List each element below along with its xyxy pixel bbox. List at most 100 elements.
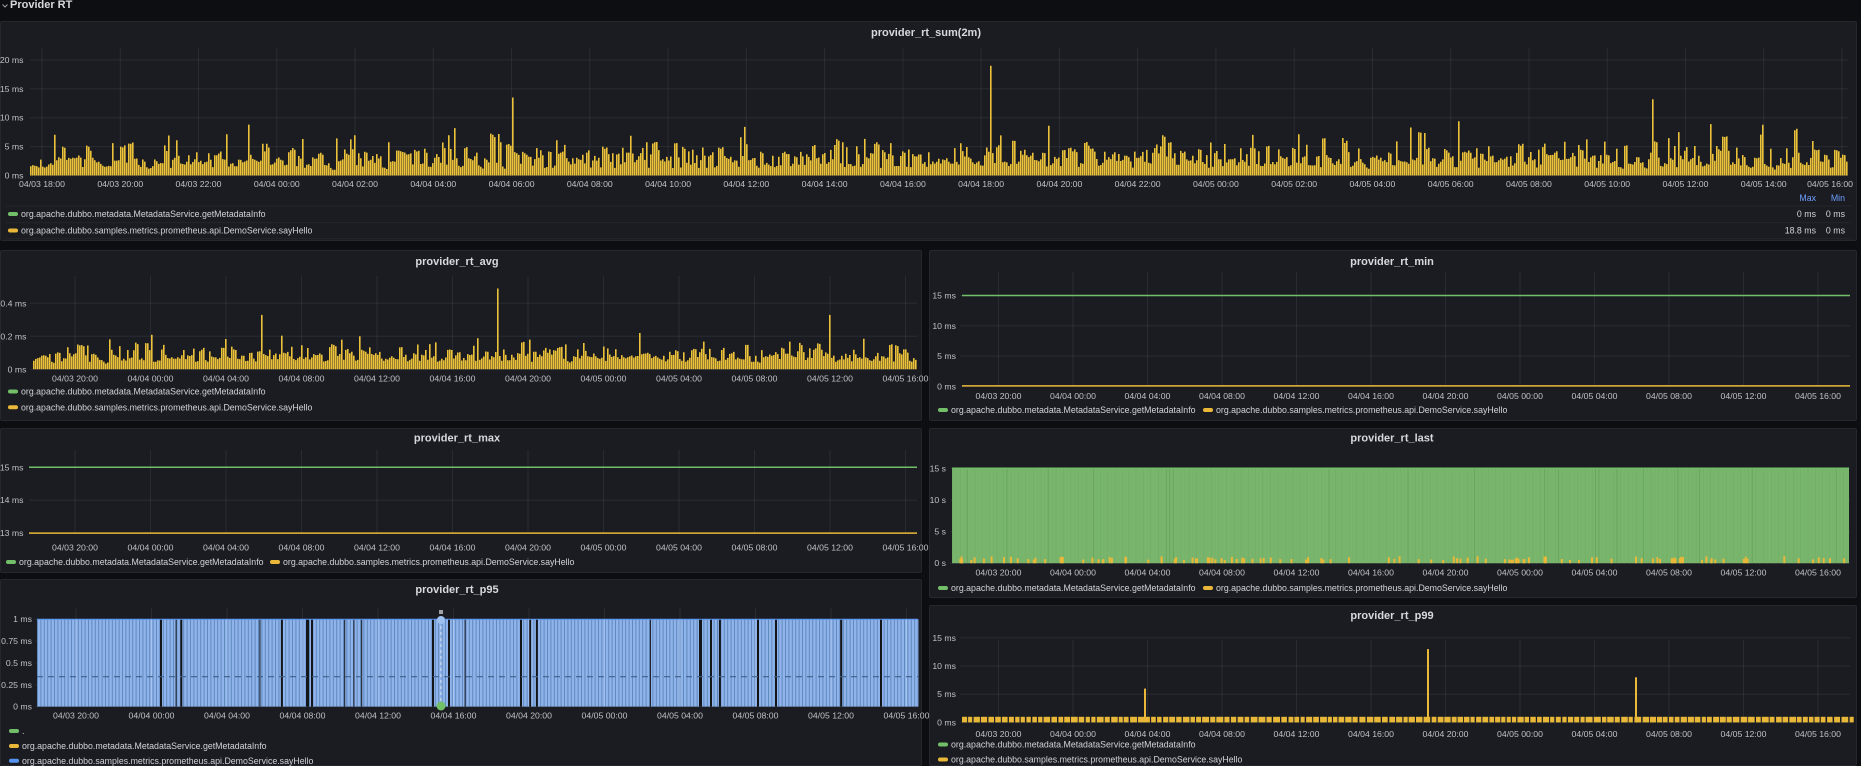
svg-text:04/04 12:00: 04/04 12:00: [1274, 391, 1320, 401]
svg-text:0 ms: 0 ms: [1797, 209, 1817, 219]
svg-text:04/05 08:00: 04/05 08:00: [733, 711, 779, 721]
svg-text:15 s: 15 s: [930, 463, 947, 473]
svg-text:04/05 12:00: 04/05 12:00: [1663, 179, 1709, 189]
svg-text:04/04 12:00: 04/04 12:00: [354, 543, 400, 553]
svg-text:provider_rt_avg: provider_rt_avg: [415, 256, 498, 268]
svg-text:04/03 20:00: 04/03 20:00: [976, 568, 1022, 578]
svg-text:04/03 18:00: 04/03 18:00: [19, 179, 65, 189]
svg-text:04/04 16:00: 04/04 16:00: [430, 374, 476, 384]
svg-text:04/05 04:00: 04/05 04:00: [1572, 729, 1618, 739]
svg-text:04/04 08:00: 04/04 08:00: [279, 543, 325, 553]
svg-text:org.apache.dubbo.samples.metri: org.apache.dubbo.samples.metrics.prometh…: [951, 755, 1243, 765]
svg-text:04/03 20:00: 04/03 20:00: [53, 711, 99, 721]
svg-text:provider_rt_p99: provider_rt_p99: [1350, 610, 1433, 622]
svg-text:04/03 22:00: 04/03 22:00: [176, 179, 222, 189]
svg-text:04/04 00:00: 04/04 00:00: [1050, 391, 1096, 401]
svg-text:15 ms: 15 ms: [0, 84, 24, 94]
svg-text:04/04 00:00: 04/04 00:00: [1050, 729, 1096, 739]
svg-text:org.apache.dubbo.metadata.Meta: org.apache.dubbo.metadata.MetadataServic…: [21, 387, 266, 397]
svg-text:0 ms: 0 ms: [13, 702, 32, 712]
svg-text:04/05 16:00: 04/05 16:00: [1795, 729, 1841, 739]
svg-text:04/05 00:00: 04/05 00:00: [582, 711, 628, 721]
svg-text:0 ms: 0 ms: [8, 364, 27, 374]
svg-text:04/04 20:00: 04/04 20:00: [1423, 391, 1469, 401]
svg-text:04/04 18:00: 04/04 18:00: [958, 179, 1004, 189]
svg-text:04/04 04:00: 04/04 04:00: [1125, 568, 1171, 578]
svg-text:org.apache.dubbo.samples.metri: org.apache.dubbo.samples.metrics.prometh…: [22, 756, 314, 766]
svg-text:18.8 ms: 18.8 ms: [1785, 226, 1817, 236]
svg-text:04/04 20:00: 04/04 20:00: [505, 543, 551, 553]
svg-text:04/04 08:00: 04/04 08:00: [280, 711, 326, 721]
svg-text:org.apache.dubbo.metadata.Meta: org.apache.dubbo.metadata.MetadataServic…: [21, 209, 266, 219]
svg-text:04/05 12:00: 04/05 12:00: [1721, 568, 1767, 578]
svg-text:04/04 20:00: 04/04 20:00: [1423, 568, 1469, 578]
svg-text:04/05 08:00: 04/05 08:00: [1646, 568, 1692, 578]
svg-text:04/05 12:00: 04/05 12:00: [807, 543, 853, 553]
svg-text:10 ms: 10 ms: [932, 661, 956, 671]
svg-text:04/04 20:00: 04/04 20:00: [1423, 729, 1469, 739]
svg-text:04/04 04:00: 04/04 04:00: [1125, 391, 1171, 401]
svg-text:04/04 04:00: 04/04 04:00: [410, 179, 456, 189]
svg-text:04/05 16:00: 04/05 16:00: [883, 374, 929, 384]
svg-text:.: .: [22, 726, 24, 736]
svg-text:provider_rt_p95: provider_rt_p95: [415, 584, 498, 596]
svg-text:0.5 ms: 0.5 ms: [6, 658, 33, 668]
svg-text:04/05 04:00: 04/05 04:00: [1572, 391, 1618, 401]
svg-text:04/05 00:00: 04/05 00:00: [581, 374, 627, 384]
svg-text:04/05 10:00: 04/05 10:00: [1584, 179, 1630, 189]
svg-text:04/03 20:00: 04/03 20:00: [976, 391, 1022, 401]
svg-text:Max: Max: [1799, 193, 1816, 203]
svg-text:org.apache.dubbo.samples.metri: org.apache.dubbo.samples.metrics.prometh…: [1216, 583, 1508, 593]
svg-text:04/04 08:00: 04/04 08:00: [1199, 391, 1245, 401]
svg-text:04/05 16:00: 04/05 16:00: [1795, 391, 1841, 401]
svg-text:org.apache.dubbo.metadata.Meta: org.apache.dubbo.metadata.MetadataServic…: [951, 583, 1196, 593]
svg-text:04/05 16:00: 04/05 16:00: [1795, 568, 1841, 578]
svg-text:04/04 00:00: 04/04 00:00: [128, 543, 174, 553]
svg-text:04/04 08:00: 04/04 08:00: [1199, 568, 1245, 578]
svg-text:04/05 00:00: 04/05 00:00: [1497, 391, 1543, 401]
svg-text:10 ms: 10 ms: [0, 113, 24, 123]
svg-text:04/05 14:00: 04/05 14:00: [1741, 179, 1787, 189]
svg-text:04/05 04:00: 04/05 04:00: [656, 374, 702, 384]
svg-text:04/04 04:00: 04/04 04:00: [203, 543, 249, 553]
svg-text:provider_rt_min: provider_rt_min: [1350, 256, 1434, 268]
svg-text:org.apache.dubbo.samples.metri: org.apache.dubbo.samples.metrics.prometh…: [1216, 405, 1508, 415]
svg-text:04/04 22:00: 04/04 22:00: [1115, 179, 1161, 189]
svg-text:04/05 08:00: 04/05 08:00: [1646, 729, 1692, 739]
svg-text:org.apache.dubbo.samples.metri: org.apache.dubbo.samples.metrics.prometh…: [21, 226, 313, 236]
svg-text:10 ms: 10 ms: [932, 321, 956, 331]
svg-text:provider_rt_sum(2m): provider_rt_sum(2m): [871, 27, 981, 39]
svg-text:04/05 06:00: 04/05 06:00: [1428, 179, 1474, 189]
svg-text:04/04 20:00: 04/04 20:00: [505, 374, 551, 384]
svg-text:04/04 14:00: 04/04 14:00: [802, 179, 848, 189]
svg-text:04/04 16:00: 04/04 16:00: [431, 711, 477, 721]
svg-text:5 ms: 5 ms: [937, 351, 956, 361]
svg-text:04/04 02:00: 04/04 02:00: [332, 179, 378, 189]
svg-text:04/04 12:00: 04/04 12:00: [355, 711, 401, 721]
svg-text:5 ms: 5 ms: [5, 142, 24, 152]
svg-text:04/03 20:00: 04/03 20:00: [52, 543, 98, 553]
svg-text:04/04 00:00: 04/04 00:00: [254, 179, 300, 189]
svg-text:04/05 04:00: 04/05 04:00: [1349, 179, 1395, 189]
svg-text:15 ms: 15 ms: [0, 462, 24, 472]
svg-text:04/05 00:00: 04/05 00:00: [1497, 568, 1543, 578]
svg-text:04/04 16:00: 04/04 16:00: [1348, 391, 1394, 401]
svg-text:04/04 20:00: 04/04 20:00: [506, 711, 552, 721]
svg-text:0 ms: 0 ms: [937, 381, 956, 391]
svg-text:04/03 20:00: 04/03 20:00: [97, 179, 143, 189]
svg-text:0.2 ms: 0.2 ms: [0, 331, 27, 341]
svg-text:04/05 04:00: 04/05 04:00: [657, 711, 703, 721]
svg-text:04/04 08:00: 04/04 08:00: [279, 374, 325, 384]
svg-text:04/05 02:00: 04/05 02:00: [1271, 179, 1317, 189]
svg-text:14 ms: 14 ms: [0, 495, 24, 505]
svg-text:04/04 00:00: 04/04 00:00: [1050, 568, 1096, 578]
svg-text:04/04 12:00: 04/04 12:00: [1274, 729, 1320, 739]
svg-text:provider_rt_last: provider_rt_last: [1350, 433, 1433, 445]
svg-text:04/05 12:00: 04/05 12:00: [808, 711, 854, 721]
svg-text:04/04 08:00: 04/04 08:00: [567, 179, 613, 189]
svg-text:04/05 12:00: 04/05 12:00: [1721, 729, 1767, 739]
svg-text:provider_rt_max: provider_rt_max: [414, 433, 501, 445]
svg-text:5 ms: 5 ms: [937, 689, 956, 699]
svg-text:04/04 08:00: 04/04 08:00: [1199, 729, 1245, 739]
svg-text:04/04 10:00: 04/04 10:00: [645, 179, 691, 189]
